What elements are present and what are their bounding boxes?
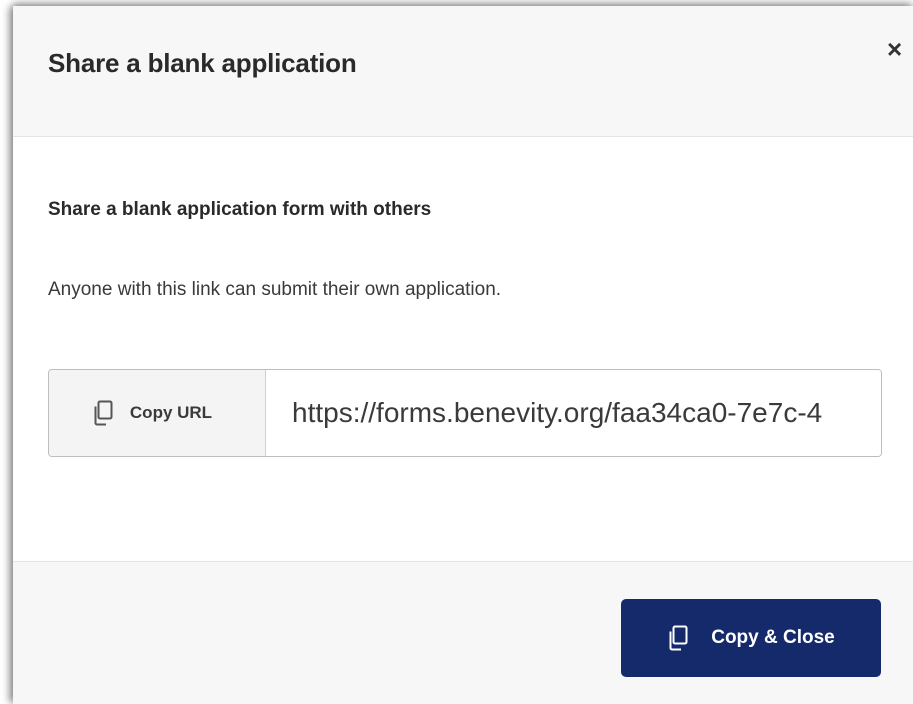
close-button[interactable]: ×	[887, 34, 913, 64]
section-description: Anyone with this link can submit their o…	[48, 279, 502, 300]
copy-and-close-label: Copy & Close	[711, 627, 835, 648]
copy-icon	[669, 625, 688, 651]
copy-url-button[interactable]: Copy URL	[49, 370, 266, 456]
share-url-group: Copy URL	[48, 369, 882, 457]
share-url-field[interactable]	[266, 370, 881, 456]
copy-and-close-button[interactable]: Copy & Close	[621, 599, 881, 677]
dialog-footer: Copy & Close	[13, 561, 913, 704]
dialog-title: Share a blank application	[48, 48, 357, 78]
dialog-body: Share a blank application form with othe…	[13, 137, 913, 561]
copy-icon	[94, 400, 113, 426]
close-icon: ×	[887, 34, 903, 64]
section-heading: Share a blank application form with othe…	[48, 199, 432, 220]
dialog-header: Share a blank application ×	[13, 6, 913, 137]
copy-url-label: Copy URL	[129, 403, 213, 422]
share-dialog: Share a blank application × Share a blan…	[13, 6, 913, 704]
